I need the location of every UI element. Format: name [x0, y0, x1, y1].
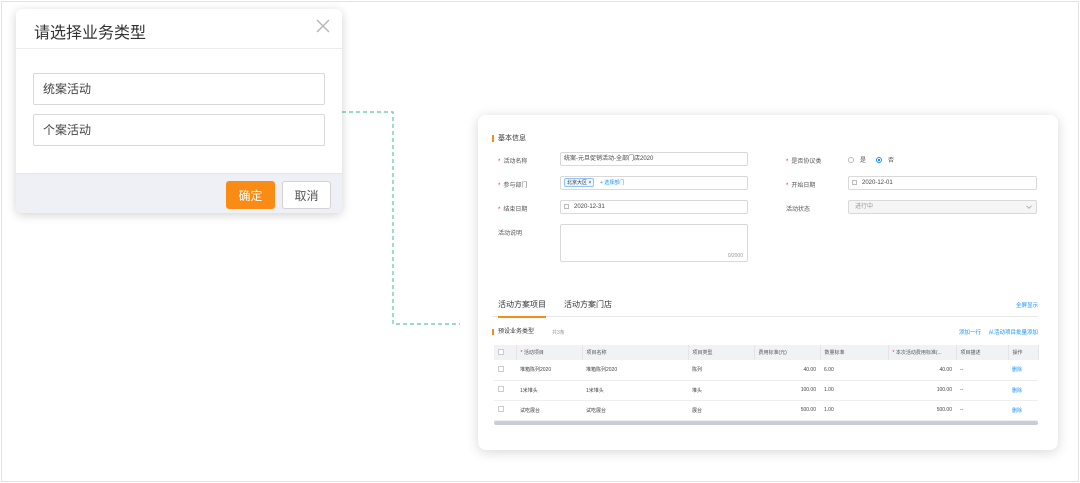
batch-add-link[interactable]: 从活动项目批量添加 — [988, 330, 1038, 336]
end-date-label: 结束日期 — [498, 204, 527, 213]
table-cell: 展台 — [688, 400, 754, 421]
agreement-no-radio[interactable]: 否 — [876, 155, 894, 164]
status-select[interactable]: 进行中 — [848, 200, 1037, 214]
dialog-title: 请选择业务类型 — [34, 25, 147, 42]
checkbox-icon[interactable] — [498, 406, 504, 412]
table-cell: 1.00 — [820, 380, 888, 401]
table-cell: -- — [956, 360, 1008, 381]
header-label: 活动项目 — [523, 350, 544, 356]
column-header: * 本次活动费用标准(... — [888, 345, 957, 360]
table-cell: 陈列 — [688, 360, 754, 381]
tag-close-icon[interactable]: × — [588, 180, 591, 186]
column-header: 项目描述 — [956, 345, 1009, 360]
agreement-yes-radio[interactable]: 是 — [848, 155, 866, 164]
fullscreen-link[interactable]: 全屏显示 — [1016, 301, 1038, 309]
cancel-button[interactable]: 取消 — [282, 181, 331, 209]
table-row: 1米堆头 1米堆头 堆头 100.00 1.00 100.00 -- 删除 — [494, 380, 1038, 401]
select-all-cell[interactable] — [494, 345, 517, 360]
start-date-label: 开始日期 — [786, 180, 815, 189]
activity-items-table: * 活动项目 项目名称 项目类型 费用标准(元) 数量标准 * 本次活动费用标准… — [494, 345, 1039, 421]
radio-icon — [848, 157, 854, 164]
header-label: 本次活动费用标准(... — [895, 350, 942, 356]
table-cell: 堆箱陈列2020 — [582, 360, 688, 381]
table-cell: 1.00 — [820, 400, 888, 421]
delete-link[interactable]: 删除 — [1008, 380, 1038, 401]
chevron-down-icon — [1026, 205, 1032, 209]
end-date-value: 2020-12-31 — [574, 204, 605, 210]
calendar-icon — [852, 179, 857, 185]
table-cell: 6.00 — [820, 360, 888, 381]
delete-link[interactable]: 删除 — [1008, 400, 1038, 421]
dialog-footer: 确定 取消 — [16, 173, 342, 213]
radio-selected-icon — [876, 157, 882, 164]
table-cell: 500.00 — [754, 400, 820, 421]
table-row: 试吃展台 试吃展台 展台 500.00 1.00 500.00 -- 删除 — [494, 400, 1038, 421]
activity-name-input[interactable]: 统案-元旦促销活动-全部门店2020 — [560, 152, 748, 166]
department-label: 参与部门 — [498, 180, 527, 189]
row-select-cell[interactable] — [494, 400, 516, 421]
subsection-title: 预设业务类型 — [492, 329, 534, 335]
column-header: * 活动项目 — [516, 345, 583, 360]
tab-activity-stores[interactable]: 活动方案门店 — [564, 299, 612, 316]
add-department-link[interactable]: + 选择部门 — [600, 180, 624, 186]
calendar-icon — [564, 203, 569, 209]
department-tag: 北京大区 × — [564, 178, 595, 187]
horizontal-scrollbar[interactable] — [494, 421, 1038, 425]
section-title-basic-info: 基本信息 — [492, 135, 526, 142]
checkbox-icon[interactable] — [498, 348, 504, 355]
table-cell: 堆箱陈列2020 — [516, 360, 582, 381]
dialog-header: 请选择业务类型 — [16, 9, 342, 49]
confirm-button[interactable]: 确定 — [226, 181, 275, 209]
description-label: 活动说明 — [498, 231, 523, 237]
option-individual-activity[interactable]: 个案活动 — [33, 114, 325, 146]
delete-link[interactable]: 删除 — [1008, 360, 1038, 381]
table-cell: -- — [956, 400, 1008, 421]
status-label: 活动状态 — [786, 207, 811, 213]
table-cell: 40.00 — [754, 360, 820, 381]
subsection-actions: 添加一行 从活动项目批量添加 — [953, 328, 1038, 336]
option-unified-activity[interactable]: 统案活动 — [33, 73, 325, 105]
department-select[interactable]: 北京大区 × + 选择部门 — [560, 176, 748, 190]
agreement-label: 是否协议类 — [786, 156, 821, 165]
table-cell: 1米堆头 — [582, 380, 688, 401]
tab-activity-items[interactable]: 活动方案项目 — [498, 299, 546, 318]
end-date-input[interactable]: 2020-12-31 — [560, 200, 748, 214]
table-cell: 1米堆头 — [516, 380, 582, 401]
add-row-link[interactable]: 添加一行 — [959, 330, 981, 336]
table-cell: 40.00 — [888, 360, 956, 381]
table-cell: -- — [956, 380, 1008, 401]
table-cell: 堆头 — [688, 380, 754, 401]
column-header: 费用标准(元) — [754, 345, 821, 360]
column-header: 项目名称 — [582, 345, 689, 360]
table-cell: 500.00 — [888, 400, 956, 421]
dialog-body: 统案活动 个案活动 — [16, 49, 342, 183]
activity-form-panel: 基本信息 活动名称 统案-元旦促销活动-全部门店2020 是否协议类 是 否 参… — [478, 115, 1058, 450]
column-header: 数量标准 — [820, 345, 889, 360]
table-row: 堆箱陈列2020 堆箱陈列2020 陈列 40.00 6.00 40.00 --… — [494, 360, 1038, 381]
checkbox-icon[interactable] — [498, 365, 504, 372]
column-header: 项目类型 — [688, 345, 755, 360]
table-cell: 试吃展台 — [582, 400, 688, 421]
start-date-input[interactable]: 2020-12-01 — [848, 176, 1037, 190]
subsection-count: 共3条 — [552, 330, 565, 336]
checkbox-icon[interactable] — [498, 386, 504, 392]
close-icon[interactable] — [314, 17, 332, 35]
row-select-cell[interactable] — [494, 360, 516, 381]
department-tag-label: 北京大区 — [567, 180, 588, 186]
table-header-row: * 活动项目 项目名称 项目类型 费用标准(元) 数量标准 * 本次活动费用标准… — [494, 345, 1039, 360]
column-header: 操作 — [1008, 345, 1039, 360]
agreement-no-label: 否 — [888, 158, 895, 164]
business-type-dialog: 请选择业务类型 统案活动 个案活动 确定 取消 — [16, 9, 342, 213]
row-select-cell[interactable] — [494, 380, 516, 401]
start-date-value: 2020-12-01 — [862, 180, 893, 186]
description-textarea[interactable]: 0/2000 — [560, 224, 748, 262]
tab-bar: 活动方案项目 活动方案门店 全屏显示 — [492, 295, 1038, 318]
table-cell: 试吃展台 — [516, 400, 582, 421]
table-cell: 100.00 — [888, 380, 956, 401]
status-value: 进行中 — [855, 204, 874, 210]
agreement-yes-label: 是 — [860, 158, 867, 164]
description-counter: 0/2000 — [727, 253, 743, 259]
activity-name-label: 活动名称 — [498, 156, 527, 165]
table-cell: 100.00 — [754, 380, 820, 401]
